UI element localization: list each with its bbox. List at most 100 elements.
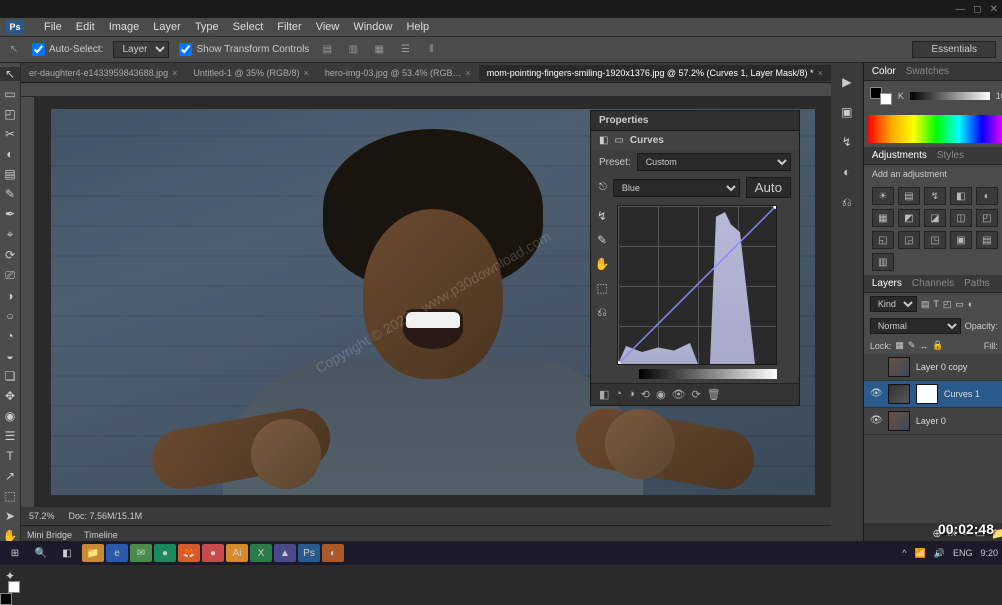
tray-icon[interactable]: ^ xyxy=(902,548,906,558)
align-icon[interactable]: ▤ xyxy=(319,44,335,55)
tool-4[interactable]: ◐ xyxy=(0,147,20,161)
show-transform-checkbox[interactable]: Show Transform Controls xyxy=(179,43,309,56)
collapsed-panel-icon[interactable]: ◐ xyxy=(837,163,857,181)
tool-19[interactable]: T xyxy=(0,449,20,463)
properties-footer-button[interactable]: ◉ xyxy=(656,388,666,401)
tool-0[interactable]: ↖ xyxy=(0,67,20,81)
tool-5[interactable]: ▤ xyxy=(0,167,20,181)
tool-3[interactable]: ✂ xyxy=(0,127,20,141)
mini-bridge-tab[interactable]: Mini Bridge xyxy=(27,530,72,540)
tool-10[interactable]: ⎚ xyxy=(0,268,20,283)
adjustment-button[interactable]: ▤ xyxy=(976,231,998,249)
taskbar-app[interactable]: X xyxy=(250,544,272,562)
auto-select-target[interactable]: Layer xyxy=(113,41,169,58)
language-indicator[interactable]: ENG xyxy=(953,548,973,558)
adjustment-button[interactable]: ◐ xyxy=(976,187,998,205)
properties-footer-button[interactable]: ⟳ xyxy=(692,388,701,401)
tool-20[interactable]: ↗ xyxy=(0,469,20,483)
tool-14[interactable]: ◒ xyxy=(0,349,20,363)
menu-filter[interactable]: Filter xyxy=(277,21,301,33)
close-tab-icon[interactable]: × xyxy=(818,68,823,78)
ruler-horizontal[interactable] xyxy=(21,83,831,97)
menu-window[interactable]: Window xyxy=(353,21,392,33)
tool-8[interactable]: ⌖ xyxy=(0,227,20,242)
tool-2[interactable]: ◰ xyxy=(0,107,20,121)
close-tab-icon[interactable]: × xyxy=(466,68,471,78)
styles-tab[interactable]: Styles xyxy=(937,150,964,161)
zoom-level[interactable]: 57.2% xyxy=(29,511,55,521)
layer-row[interactable]: Layer 0 copy xyxy=(864,354,1002,381)
filter-icon[interactable]: ◰ xyxy=(943,299,952,310)
adjustment-button[interactable]: ▦ xyxy=(872,209,894,227)
swatches-tab[interactable]: Swatches xyxy=(906,66,949,77)
curves-tool[interactable]: ✎ xyxy=(592,231,612,249)
document-tab[interactable]: hero-img-03.jpg @ 53.4% (RGB…× xyxy=(317,65,479,81)
collapsed-panel-icon[interactable]: ↯ xyxy=(837,133,857,151)
close-tab-icon[interactable]: × xyxy=(172,68,177,78)
tool-17[interactable]: ◉ xyxy=(0,409,20,423)
distribute-icon[interactable]: ☰ xyxy=(397,44,413,55)
curves-tool[interactable]: ⬚ xyxy=(592,279,612,297)
tool-21[interactable]: ⬚ xyxy=(0,489,20,503)
curves-tool[interactable]: ↯ xyxy=(592,207,612,225)
menu-edit[interactable]: Edit xyxy=(76,21,95,33)
tool-12[interactable]: ○ xyxy=(0,309,20,323)
tool-16[interactable]: ✥ xyxy=(0,389,20,403)
k-slider[interactable] xyxy=(910,92,990,100)
adjustment-button[interactable]: ↯ xyxy=(924,187,946,205)
channels-tab[interactable]: Channels xyxy=(912,278,954,289)
tool-15[interactable]: ❏ xyxy=(0,369,20,383)
wifi-icon[interactable]: 📶 xyxy=(915,548,926,559)
menu-file[interactable]: File xyxy=(44,21,62,33)
tool-9[interactable]: ⟳ xyxy=(0,248,20,262)
adjustment-button[interactable]: ◫ xyxy=(950,209,972,227)
adjustment-button[interactable]: ◰ xyxy=(976,209,998,227)
menu-image[interactable]: Image xyxy=(109,21,140,33)
k-value[interactable]: 100 xyxy=(996,91,1002,101)
adjustment-button[interactable]: ◪ xyxy=(924,209,946,227)
visibility-toggle[interactable]: 👁 xyxy=(870,415,882,427)
tool-22[interactable]: ➤ xyxy=(0,509,20,523)
taskbar-app[interactable]: ● xyxy=(154,544,176,562)
taskbar-app[interactable]: Ps xyxy=(298,544,320,562)
taskbar-app[interactable]: 🦊 xyxy=(178,544,200,562)
document-tab[interactable]: mom-pointing-fingers-smiling-1920x1376.j… xyxy=(479,65,831,81)
color-spectrum[interactable] xyxy=(868,115,1002,143)
menu-layer[interactable]: Layer xyxy=(153,21,181,33)
filter-icon[interactable]: ▤ xyxy=(921,299,930,310)
collapsed-panel-icon[interactable]: ▶ xyxy=(837,73,857,91)
filter-icon[interactable]: T xyxy=(933,299,939,309)
output-gradient[interactable] xyxy=(639,369,777,379)
taskbar-app[interactable]: ✉ xyxy=(130,544,152,562)
filter-icon[interactable]: ◐ xyxy=(968,299,973,309)
lock-icon[interactable]: ✎ xyxy=(908,340,916,351)
filter-icon[interactable]: ▭ xyxy=(955,299,964,310)
minimize-button[interactable]: — xyxy=(955,4,965,15)
layer-kind-filter[interactable]: Kind xyxy=(870,296,917,312)
layers-tab[interactable]: Layers xyxy=(872,278,902,289)
mask-thumb[interactable] xyxy=(916,384,938,404)
taskbar-app[interactable]: 📁 xyxy=(82,544,104,562)
properties-footer-button[interactable]: 🗑 xyxy=(707,388,721,401)
visibility-toggle[interactable]: 👁 xyxy=(870,388,882,400)
align-icon-2[interactable]: ▥ xyxy=(345,44,361,55)
taskbar-app[interactable]: ▲ xyxy=(274,544,296,562)
eyedropper-icon[interactable]: ⎋ xyxy=(599,182,607,193)
properties-footer-button[interactable]: ◧ xyxy=(599,388,609,401)
adjustment-button[interactable]: ▣ xyxy=(950,231,972,249)
color-tab[interactable]: Color xyxy=(872,66,896,77)
properties-footer-button[interactable]: 👁 xyxy=(672,388,686,401)
paths-tab[interactable]: Paths xyxy=(964,278,990,289)
taskbar-app[interactable]: Ai xyxy=(226,544,248,562)
collapsed-panel-icon[interactable]: ▣ xyxy=(837,103,857,121)
adjustment-button[interactable]: ◧ xyxy=(950,187,972,205)
preset-dropdown[interactable]: Custom xyxy=(637,153,791,171)
tool-18[interactable]: ☰ xyxy=(0,429,20,443)
clock[interactable]: 9:20 xyxy=(980,548,998,558)
tool-1[interactable]: ▭ xyxy=(0,87,20,101)
volume-icon[interactable]: 🔊 xyxy=(934,548,945,559)
curves-tool[interactable]: ⎌ xyxy=(592,303,612,321)
lock-icon[interactable]: 🔒 xyxy=(932,340,943,351)
adjustment-button[interactable]: ◳ xyxy=(924,231,946,249)
lock-icon[interactable]: ▦ xyxy=(895,340,904,351)
